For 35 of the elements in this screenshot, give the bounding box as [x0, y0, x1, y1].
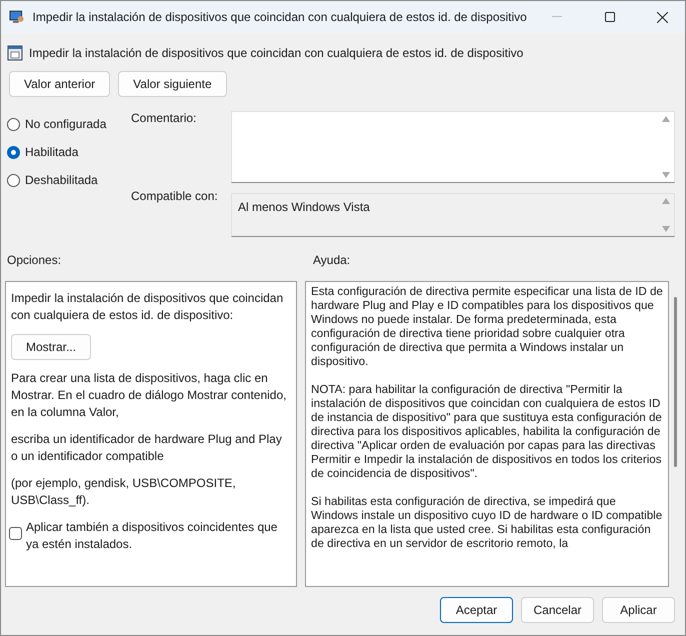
- settings-window-icon: [7, 45, 23, 61]
- minimize-icon: [552, 16, 562, 18]
- scroll-up-icon[interactable]: [662, 198, 670, 204]
- dialog-button[interactable]: Aplicar: [602, 597, 675, 623]
- scroll-down-icon[interactable]: [662, 226, 670, 232]
- maximize-icon: [604, 12, 615, 22]
- computer-user-icon: [9, 9, 25, 25]
- state-radio[interactable]: Habilitada: [7, 143, 131, 161]
- state-radio[interactable]: Deshabilitada: [7, 171, 131, 189]
- option-text: escriba un identificador de hardware Plug and Play o un identificador compatible: [11, 431, 283, 465]
- dialog-button[interactable]: Cancelar: [521, 597, 594, 623]
- comment-label: Comentario:: [131, 111, 198, 125]
- option-text: Para crear una lista de dispositivos, haga clic en Mostrar. En el cuadro de diálogo Mostrar contenido, en la columna Valor,: [11, 370, 288, 421]
- close-icon: [657, 12, 668, 22]
- state-radio[interactable]: No configurada: [7, 115, 131, 133]
- options-label: Opciones:: [7, 253, 62, 267]
- nav-button[interactable]: Valor siguiente: [118, 71, 227, 97]
- help-label: Ayuda:: [313, 253, 352, 267]
- scroll-up-icon[interactable]: [662, 116, 670, 122]
- policy-title: Impedir la instalación de dispositivos que coincidan con cualquiera de estos id. de dispositivo: [29, 46, 524, 60]
- window-title: Impedir la instalación de dispositivos que coincidan con cualquiera de estos id. de dispositivo: [32, 10, 527, 24]
- nav-button[interactable]: Valor anterior: [9, 71, 110, 97]
- show-button[interactable]: Mostrar...: [11, 334, 92, 360]
- option-text: (por ejemplo, gendisk, USB\COMPOSITE, USB\Class_ff).: [11, 475, 237, 509]
- help-text: Esta configuración de directiva permite especificar una lista de ID de hardware Plug and Play e ID compatibles para los dispositivos que Windows no puede instalar. De forma predeterminada, esta configuración de directiva tiene prioridad sobre cualquier otra configuración de directiva que permita a Windows instalar un dispositivo.: [311, 285, 663, 369]
- scrollbar-thumb[interactable]: [674, 297, 676, 467]
- scroll-down-icon[interactable]: [662, 172, 670, 178]
- option-text: Impedir la instalación de dispositivos que coincidan con cualquiera de estos id. de dispositivo:: [11, 290, 284, 324]
- comment-field[interactable]: [231, 111, 675, 183]
- help-text: Si habilitas esta configuración de directiva, se impedirá que Windows instale un dispositivo cuyo ID de hardware o ID compatible aparezca en la lista que usted cree. Si habilitas esta configuración de directiva en un servidor de escritorio remoto, la: [311, 495, 663, 551]
- help-text: NOTA: para habilitar la configuración de directiva "Permitir la instalación de dispositivos que coincidan con cualquiera de estos ID de instancia de dispositivo" para que sustituya esta configuración de directiva para los dispositivos aplicables, habilita la configuración de directiva "Aplicar orden de evaluación por capas para las directivas Permitir e Impedir la instalación de dispositivos en todos los criterios de coincidencia de dispositivos".: [311, 383, 663, 481]
- supported-field: Al menos Windows Vista: [231, 193, 675, 237]
- apply-checkbox[interactable]: Aplicar también a dispositivos coincidentes que ya estén instalados.: [9, 519, 291, 553]
- supported-label: Compatible con:: [131, 189, 219, 203]
- dialog-button[interactable]: Aceptar: [440, 597, 513, 623]
